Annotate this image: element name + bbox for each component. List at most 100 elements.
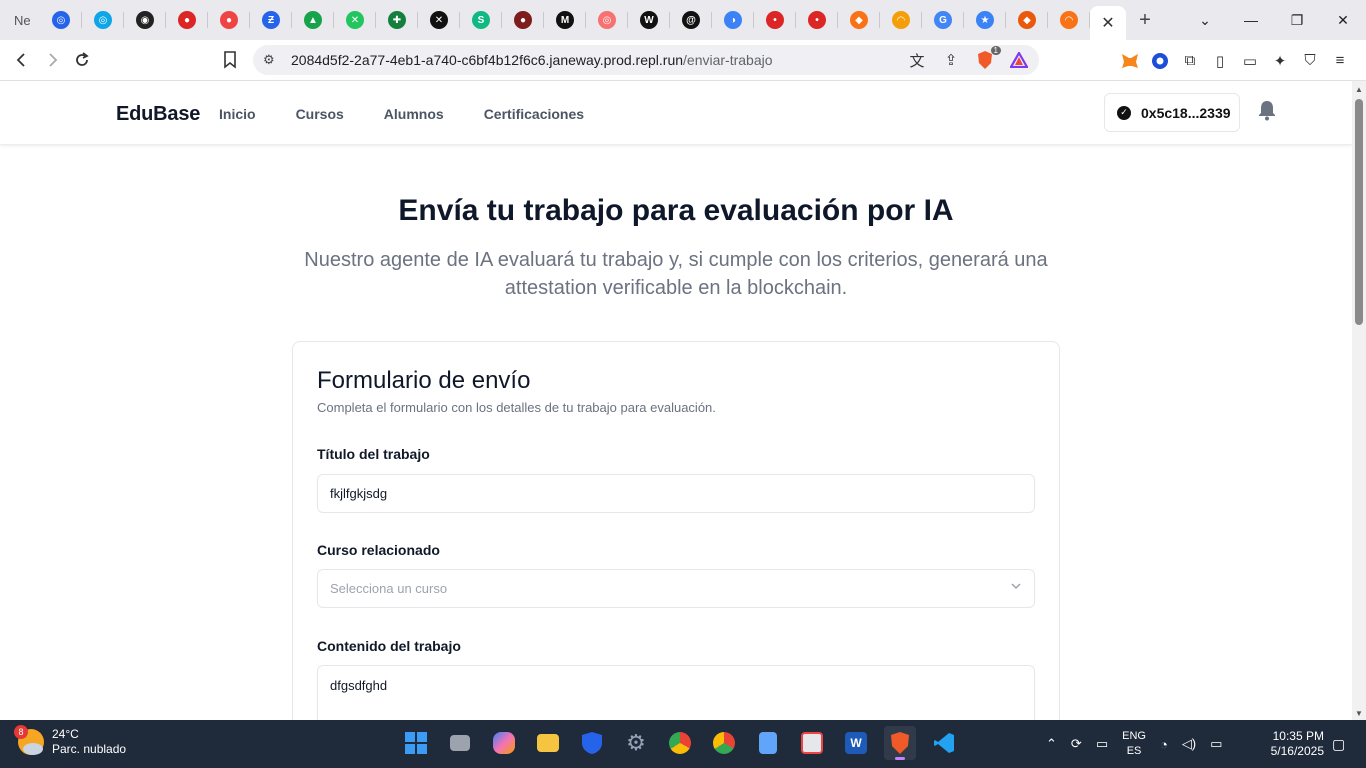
dark-x-icon: ✕ [430, 11, 448, 29]
tab-first[interactable]: Ne [0, 0, 40, 40]
browser-tab[interactable]: ◉ [124, 0, 166, 40]
task-view-icon[interactable] [444, 726, 476, 760]
browser-tab[interactable]: @ [670, 0, 712, 40]
minimize-button[interactable]: — [1228, 0, 1274, 40]
chrome-canary-icon[interactable] [664, 726, 696, 760]
forward-icon[interactable] [37, 45, 67, 75]
metamask-fox-icon: ◆ [1018, 11, 1036, 29]
defender-shield-icon[interactable] [576, 726, 608, 760]
active-tab[interactable]: ✕ [1090, 6, 1126, 40]
clock-time: 10:35 PM [1272, 729, 1324, 743]
sidebar-icon[interactable]: ▯ [1210, 51, 1230, 71]
keyboard-icon[interactable]: ▭ [1096, 736, 1108, 752]
sync-icon[interactable]: ⟳ [1071, 736, 1082, 752]
partly-cloudy-icon: 8 [14, 725, 44, 755]
browser-tab[interactable]: ▲ [292, 0, 334, 40]
scroll-up-icon[interactable]: ▲ [1355, 85, 1363, 94]
weather-widget[interactable]: 8 24°C Parc. nublado [14, 725, 126, 757]
wifi-icon[interactable]: ◔ [1160, 737, 1168, 752]
word-icon[interactable]: W [840, 726, 872, 760]
wallet-icon[interactable]: ▭ [1240, 51, 1260, 71]
taskbar-apps: ⚙ W [400, 726, 960, 760]
browser-tab[interactable]: ● [166, 0, 208, 40]
omnibox-icons: 文 ⇪ 1 [907, 46, 1029, 70]
site-settings-icon[interactable]: ⚙ [263, 52, 275, 68]
windows-taskbar: 8 24°C Parc. nublado ⚙ W ⌃ ⟳ ▭ ENG ES ◔ … [0, 720, 1366, 768]
language-indicator[interactable]: ENG ES [1122, 729, 1146, 759]
snipping-tool-icon[interactable] [796, 726, 828, 760]
browser-tab[interactable]: ◑ [712, 0, 754, 40]
browser-tab[interactable]: W [628, 0, 670, 40]
nav-alumnos[interactable]: Alumnos [384, 106, 444, 122]
browser-tab[interactable]: ◎ [82, 0, 124, 40]
notepad-icon[interactable] [752, 726, 784, 760]
url-path: /enviar-trabajo [683, 52, 773, 68]
address-bar[interactable]: ⚙ 2084d5f2-2a77-4eb1-a740-c6bf4b12f6c6.j… [253, 45, 1039, 75]
share-icon[interactable]: ⇪ [941, 50, 961, 70]
close-window-button[interactable]: ✕ [1320, 0, 1366, 40]
extensions-puzzle-icon[interactable]: ⧉ [1180, 51, 1200, 71]
browser-tab[interactable]: ◎ [586, 0, 628, 40]
browser-tab[interactable]: • [754, 0, 796, 40]
browser-tab[interactable]: M [544, 0, 586, 40]
settings-gear-icon[interactable]: ⚙ [620, 726, 652, 760]
leo-ai-icon[interactable]: ✦ [1270, 51, 1290, 71]
notifications-bell-icon[interactable] [1257, 99, 1279, 121]
form-description: Completa el formulario con los detalles … [317, 400, 716, 415]
browser-tab[interactable]: ◆ [1006, 0, 1048, 40]
browser-tab[interactable]: ● [502, 0, 544, 40]
browser-tab[interactable]: ✕ [418, 0, 460, 40]
browser-tab[interactable]: Ƶ [250, 0, 292, 40]
title-input[interactable]: fkjlfgkjsdg [317, 474, 1035, 513]
course-select[interactable]: Selecciona un curso [317, 569, 1035, 608]
chrome-icon[interactable] [708, 726, 740, 760]
url-text[interactable]: 2084d5f2-2a77-4eb1-a740-c6bf4b12f6c6.jan… [291, 52, 773, 68]
blue-link-icon: Ƶ [262, 11, 280, 29]
show-hidden-icons-icon[interactable]: ⌃ [1046, 736, 1057, 752]
copilot-icon[interactable] [488, 726, 520, 760]
wallet-button[interactable]: ✓ 0x5c18...2339 [1104, 93, 1240, 132]
browser-tab[interactable]: ✚ [376, 0, 418, 40]
menu-icon[interactable]: ≡ [1330, 51, 1350, 71]
nav-cursos[interactable]: Cursos [296, 106, 344, 122]
circle-extension-icon[interactable] [1150, 51, 1170, 71]
vscode-icon[interactable] [928, 726, 960, 760]
restore-button[interactable]: ❐ [1274, 0, 1320, 40]
clock[interactable]: 10:35 PM 5/16/2025 [1262, 729, 1324, 759]
browser-tab[interactable]: S [460, 0, 502, 40]
close-tab-icon[interactable]: ✕ [1101, 13, 1114, 33]
back-icon[interactable] [7, 45, 37, 75]
battery-icon[interactable]: ▭ [1210, 736, 1222, 752]
browser-tab[interactable]: ★ [964, 0, 1006, 40]
file-explorer-icon[interactable] [532, 726, 564, 760]
brave-browser-icon[interactable] [884, 726, 916, 760]
browser-tab[interactable]: • [796, 0, 838, 40]
browser-tab[interactable]: ◠ [880, 0, 922, 40]
scroll-down-icon[interactable]: ▼ [1355, 709, 1363, 718]
metamask-extension-icon[interactable] [1120, 51, 1140, 71]
browser-tab[interactable]: ✕ [334, 0, 376, 40]
scrollbar-thumb[interactable] [1355, 99, 1363, 325]
reload-icon[interactable] [67, 45, 97, 75]
browser-tab[interactable]: ◠ [1048, 0, 1090, 40]
translate-icon[interactable]: 文 [907, 50, 927, 70]
lang-secondary: ES [1126, 745, 1142, 757]
brave-shield-icon[interactable]: 1 [975, 46, 1001, 70]
start-windows-icon[interactable] [400, 726, 432, 760]
nav-certificaciones[interactable]: Certificaciones [484, 106, 584, 122]
brand-logo[interactable]: EduBase [116, 103, 200, 126]
browser-tab[interactable]: ● [208, 0, 250, 40]
dot-circle-icon: • [808, 11, 826, 29]
nav-inicio[interactable]: Inicio [219, 106, 256, 122]
page-scrollbar[interactable]: ▲ ▼ [1352, 81, 1366, 720]
brave-rewards-icon[interactable] [1009, 50, 1029, 70]
browser-tab[interactable]: G [922, 0, 964, 40]
bookmark-icon[interactable] [215, 45, 245, 75]
browser-tab[interactable]: ◎ [40, 0, 82, 40]
tab-search-icon[interactable]: ⌄ [1182, 0, 1228, 40]
browser-tab[interactable]: ◆ [838, 0, 880, 40]
volume-icon[interactable]: ◁) [1182, 736, 1196, 752]
notification-icon[interactable]: ▢ [1332, 736, 1345, 753]
vpn-shield-icon[interactable]: ⛉ [1300, 51, 1320, 71]
new-tab-button[interactable]: + [1126, 0, 1164, 40]
